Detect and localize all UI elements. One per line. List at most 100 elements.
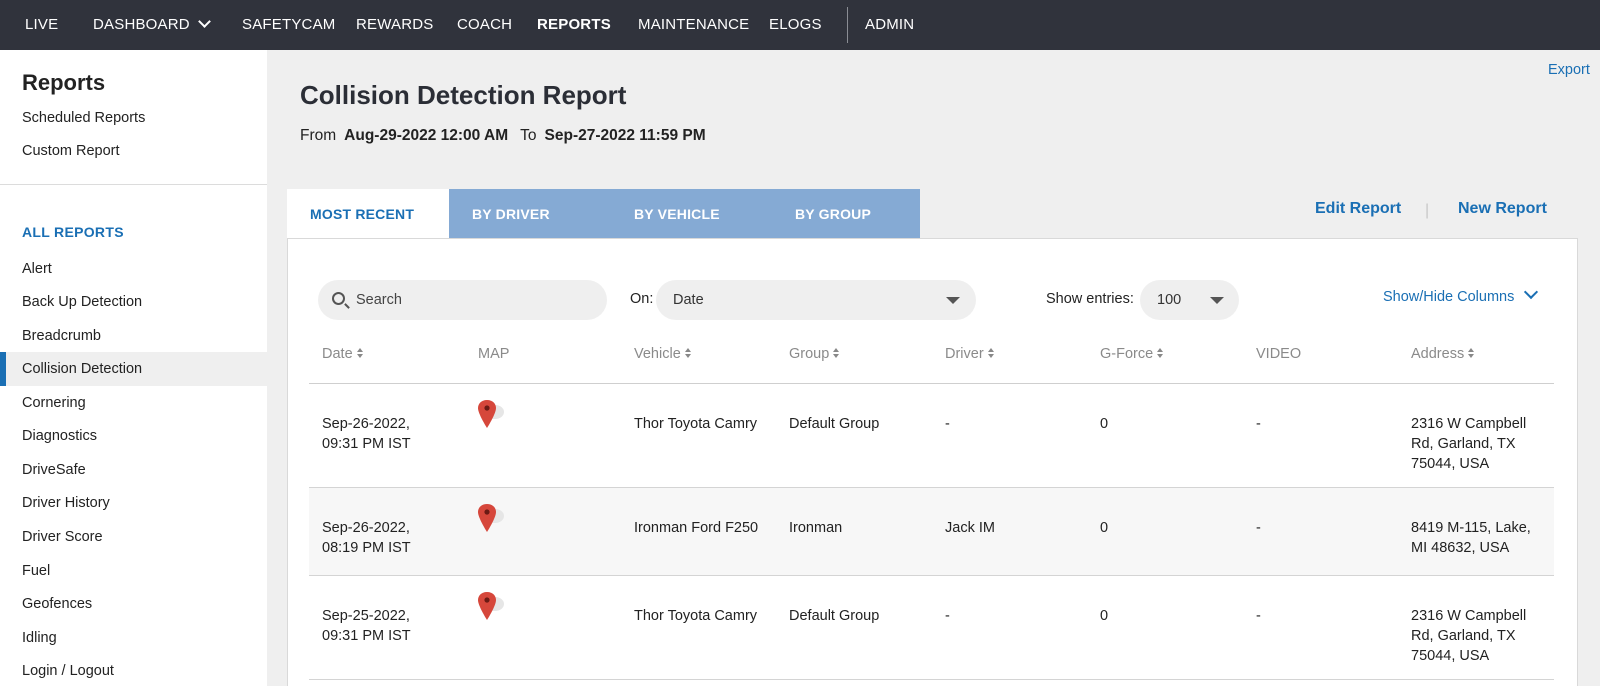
cell-address-line: 8419 M-115, Lake, [1411,520,1531,536]
on-label: On: [630,291,654,307]
tab-by-driver[interactable]: BY DRIVER [449,189,611,239]
sidebar-item-alert[interactable]: Alert [0,252,267,286]
cell-g-force: 0 [1100,520,1109,536]
nav-safetycam[interactable]: SAFETYCAM [242,0,335,50]
on-field-select[interactable]: Date [656,280,976,320]
sort-icon [684,348,692,358]
cell-address-line: 75044, USA [1411,648,1490,664]
nav-dashboard-label: DASHBOARD [93,16,190,33]
cell-g-force: 0 [1100,608,1109,624]
cell-address-line: Rd, Garland, TX [1411,628,1516,644]
cell-group: Default Group [789,608,880,624]
cell-video: - [1256,416,1261,432]
nav-admin[interactable]: ADMIN [865,0,914,50]
column-header-video: VIDEO [1256,346,1301,362]
cell-address-line: 2316 W Campbell [1411,608,1527,624]
tab-most-recent[interactable]: MOST RECENT [287,189,449,239]
column-header-label: Group [789,346,830,362]
nav-elogs[interactable]: ELOGS [769,0,822,50]
cell-date-line: 09:31 PM IST [322,436,411,452]
sidebar-item-collision-detection[interactable]: Collision Detection [0,352,267,386]
cell-date: Sep-26-2022, 09:31 PM IST [322,414,411,454]
column-header-date[interactable]: Date [322,346,364,362]
nav-rewards[interactable]: REWARDS [356,0,434,50]
nav-reports[interactable]: REPORTS [537,0,611,50]
sidebar-item-driver-score[interactable]: Driver Score [0,520,267,554]
sidebar-item-diagnostics[interactable]: Diagnostics [0,419,267,453]
new-report-button[interactable]: New Report [1458,200,1547,218]
cell-driver: - [945,608,950,624]
entries-label: Show entries: [1046,291,1134,307]
search-icon [332,292,345,305]
cell-address: 2316 W Campbell Rd, Garland, TX 75044, USA [1411,606,1526,666]
cell-address-line: MI 48632, USA [1411,540,1510,556]
entries-value: 100 [1157,292,1182,308]
sidebar-title: Reports [22,70,106,95]
cell-driver: - [945,416,950,432]
column-header-driver[interactable]: Driver [945,346,995,362]
cell-address-line: 2316 W Campbell [1411,416,1527,432]
table-row[interactable]: Sep-26-2022, 08:19 PM IST Ironman Ford F2… [309,488,1554,576]
sidebar-link-scheduled-reports[interactable]: Scheduled Reports [22,110,145,126]
search-input[interactable] [352,280,592,320]
nav-coach[interactable]: COACH [457,0,512,50]
sidebar-item-cornering[interactable]: Cornering [0,386,267,420]
cell-vehicle: Ironman Ford F250 [634,520,759,536]
sort-icon [833,348,840,358]
column-header-label: Address [1411,346,1465,362]
cell-driver: Jack IM [945,520,995,536]
column-header-address[interactable]: Address [1411,346,1475,362]
cell-date-line: Sep-25-2022, [322,608,410,624]
sidebar-item-back-up-detection[interactable]: Back Up Detection [0,285,267,319]
caret-down-icon [946,297,960,304]
edit-report-button[interactable]: Edit Report [1315,200,1401,218]
nav-dashboard[interactable]: DASHBOARD [93,0,211,50]
range-from-value: Aug-29-2022 12:00 AM [344,127,509,144]
cell-date-line: Sep-26-2022, [322,416,410,432]
cell-address: 8419 M-115, Lake, MI 48632, USA [1411,518,1531,558]
column-header-label: Vehicle [634,346,681,362]
map-pin-icon[interactable] [477,590,507,624]
column-header-vehicle[interactable]: Vehicle [634,346,692,362]
search-box [318,280,607,320]
sidebar-item-breadcrumb[interactable]: Breadcrumb [0,319,267,353]
sort-icon [356,348,364,358]
map-pin-icon[interactable] [477,502,507,536]
sidebar-item-drivesafe[interactable]: DriveSafe [0,453,267,487]
on-field-value: Date [673,292,704,308]
cell-group: Default Group [789,416,880,432]
chevron-down-icon [197,15,211,28]
sidebar-item-login-logout[interactable]: Login / Logout [0,654,267,686]
top-nav: LIVE DASHBOARD SAFETYCAM REWARDS COACH R… [0,0,1600,50]
sort-icon [1157,348,1164,358]
cell-date: Sep-26-2022, 08:19 PM IST [322,518,411,558]
sidebar-item-driver-history[interactable]: Driver History [0,486,267,520]
sidebar-divider [0,184,267,185]
map-pin-icon[interactable] [477,398,507,432]
sidebar-section-all-reports: ALL REPORTS [22,224,124,240]
sort-icon [987,348,995,358]
page-title: Collision Detection Report [300,80,627,110]
date-range: From Aug-29-2022 12:00 AM To Sep-27-2022 11… [300,127,706,145]
export-link[interactable]: Export [1548,62,1590,78]
cell-address-line: 75044, USA [1411,456,1490,472]
nav-maintenance[interactable]: MAINTENANCE [638,0,749,50]
sidebar: Reports Scheduled Reports Custom Report … [0,50,267,686]
range-from-label: From [300,127,337,144]
entries-select[interactable]: 100 [1140,280,1239,320]
sidebar-link-custom-report[interactable]: Custom Report [22,143,120,159]
column-header-g-force[interactable]: G-Force [1100,346,1164,362]
sidebar-item-geofences[interactable]: Geofences [0,587,267,621]
table-row[interactable]: Sep-26-2022, 09:31 PM IST Thor Toyota Cam… [309,384,1554,488]
column-header-group[interactable]: Group [789,346,840,362]
show-hide-columns-button[interactable]: Show/Hide Columns [1383,284,1539,305]
column-header-label: Date [322,346,353,362]
cell-video: - [1256,608,1261,624]
sidebar-item-fuel[interactable]: Fuel [0,554,267,588]
show-hide-columns-label: Show/Hide Columns [1383,289,1515,305]
sidebar-item-idling[interactable]: Idling [0,621,267,655]
tab-by-vehicle[interactable]: BY VEHICLE [611,189,772,239]
table-row[interactable]: Sep-25-2022, 09:31 PM IST Thor Toyota Cam… [309,576,1554,680]
nav-live[interactable]: LIVE [25,0,58,50]
tab-by-group[interactable]: BY GROUP [772,189,920,239]
